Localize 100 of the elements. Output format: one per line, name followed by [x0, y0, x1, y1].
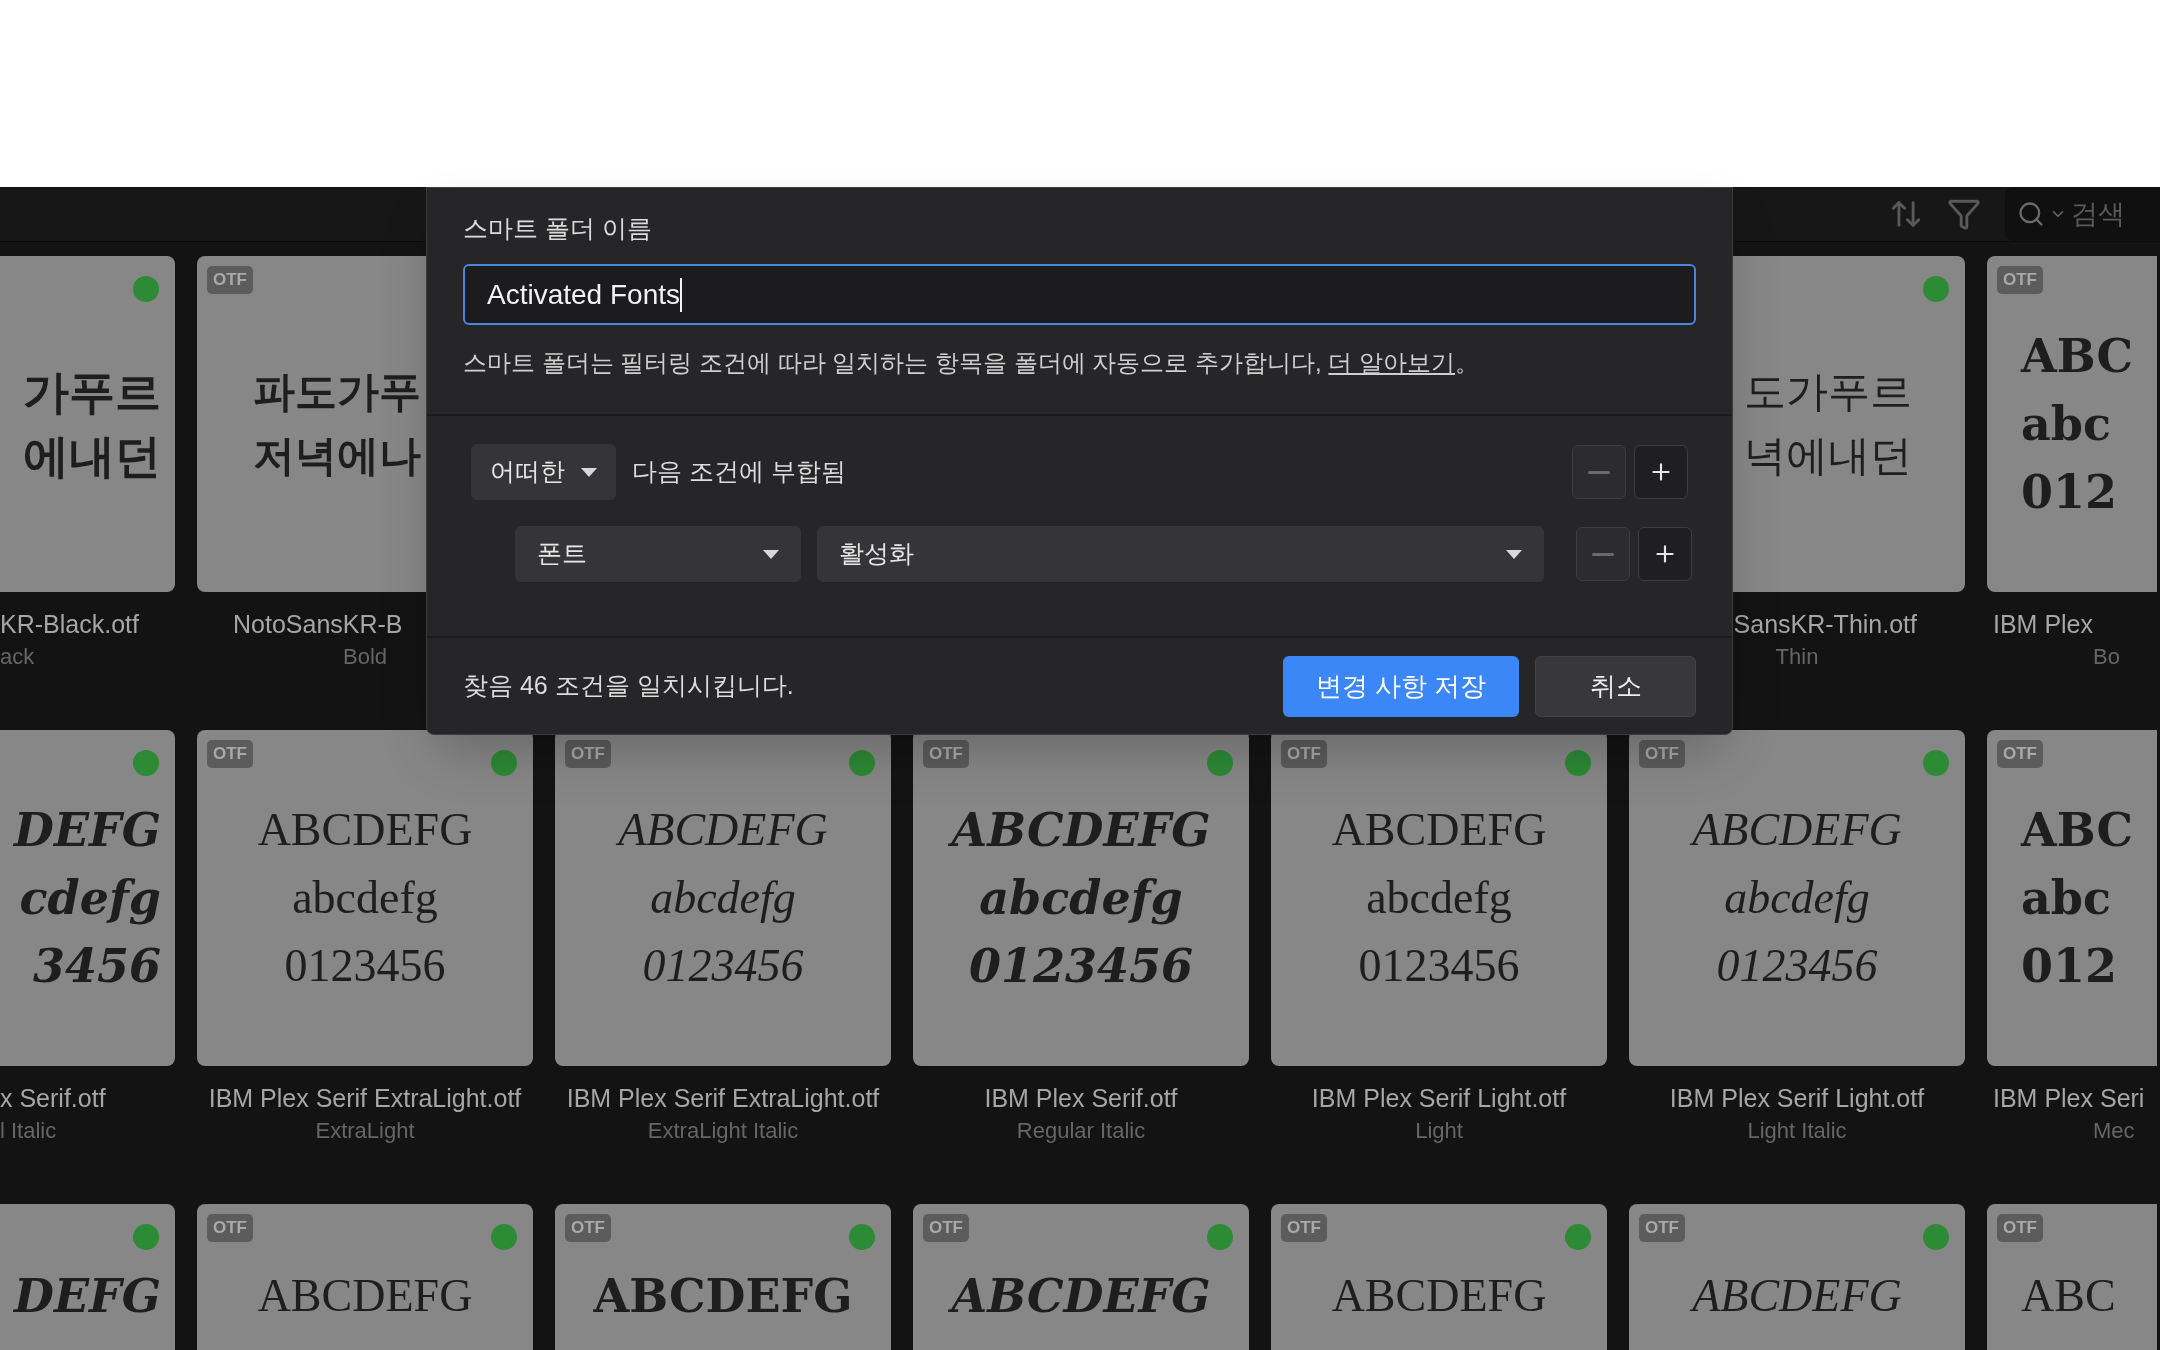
preview-text: abcdefg — [650, 871, 796, 925]
format-badge: OTF — [565, 1214, 611, 1242]
preview-text: abcdefg — [1366, 871, 1512, 925]
format-badge: OTF — [1639, 1214, 1685, 1242]
preview-text: ABC — [2021, 328, 2134, 385]
font-card[interactable]: OTF ABC — [1987, 1204, 2157, 1350]
preview-text: abc — [2021, 870, 2111, 927]
font-file-name: SansKR-Thin.otf — [1733, 609, 1917, 640]
font-card[interactable]: OTF ABC abc 012 — [1987, 256, 2157, 592]
preview-text: cdefg — [19, 870, 161, 927]
font-card[interactable]: OTF ABCDEFG abcdefg 0123456 — [197, 730, 533, 1066]
font-card[interactable]: DEFG — [0, 1204, 175, 1350]
font-card[interactable]: 가푸르 에내던 — [0, 256, 175, 592]
format-badge: OTF — [1281, 1214, 1327, 1242]
preview-text: 에내던 — [23, 428, 161, 485]
preview-text: 0123456 — [284, 939, 446, 993]
search-icon — [2017, 200, 2045, 228]
font-style-label: Bold — [342, 643, 387, 671]
format-badge: OTF — [1997, 1214, 2043, 1242]
font-style-label: ExtraLight — [315, 1117, 415, 1145]
preview-text: ABCDEFG — [593, 1268, 853, 1325]
match-dropdown[interactable]: 어떠한 — [471, 444, 616, 500]
preview-text: abcdefg — [1724, 871, 1870, 925]
preview-text: ABCDEFG — [257, 803, 473, 857]
text-cursor — [680, 277, 682, 312]
folder-name-label: 스마트 폴더 이름 — [463, 213, 653, 244]
font-card[interactable]: OTF ABCDEFG — [1629, 1204, 1965, 1350]
preview-text: 012 — [2021, 464, 2118, 521]
font-file-name: IBM Plex Serif ExtraLight.otf — [566, 1083, 880, 1114]
format-badge: OTF — [1281, 740, 1327, 768]
font-style-label: Light — [1415, 1117, 1463, 1145]
format-badge: OTF — [1997, 266, 2043, 294]
add-button[interactable] — [1634, 445, 1688, 499]
match-count-text: 찾음 46 조건을 일치시킵니다. — [463, 670, 794, 702]
save-button[interactable]: 변경 사항 저장 — [1283, 655, 1519, 717]
value-dropdown[interactable]: 활성화 — [817, 526, 1544, 582]
font-card[interactable]: OTF ABCDEFG — [197, 1204, 533, 1350]
preview-text: abc — [2021, 396, 2111, 453]
preview-text: ABCDEFG — [257, 1269, 473, 1323]
format-badge: OTF — [565, 740, 611, 768]
format-badge: OTF — [1997, 740, 2043, 768]
font-card[interactable]: OTF ABCDEFG — [555, 1204, 891, 1350]
preview-text: DEFG — [14, 802, 161, 859]
format-badge: OTF — [207, 1214, 253, 1242]
caret-icon — [763, 549, 779, 559]
folder-name-field[interactable]: Activated Fonts — [463, 264, 1696, 325]
font-style-label: Regular Italic — [1016, 1117, 1146, 1145]
font-card[interactable]: DEFG cdefg 3456 — [0, 730, 175, 1066]
font-card[interactable]: OTF ABCDEFG — [913, 1204, 1249, 1350]
font-card[interactable]: OTF ABC abc 012 — [1987, 730, 2157, 1066]
font-style-label: Bo — [2092, 643, 2120, 671]
add-button[interactable] — [1638, 527, 1692, 581]
font-style-label: ExtraLight Italic — [647, 1117, 799, 1145]
preview-text: 012 — [2021, 938, 2118, 995]
font-file-name: IBM Plex — [1993, 609, 2094, 640]
preview-text: DEFG — [14, 1268, 161, 1325]
font-file-name: IBM Plex Serif.otf — [984, 1083, 1178, 1114]
font-style-label: ack — [0, 643, 35, 671]
preview-text: 0123456 — [1716, 939, 1878, 993]
preview-text: 0123456 — [968, 938, 1194, 995]
learn-more-link[interactable]: 더 알아보기 — [1328, 349, 1456, 376]
format-badge: OTF — [207, 740, 253, 768]
preview-text: 파도가푸 — [253, 366, 421, 418]
field-dropdown[interactable]: 폰트 — [515, 526, 801, 582]
preview-text: 0123456 — [642, 939, 804, 993]
preview-text: ABC — [2021, 1269, 2116, 1323]
font-file-name: x Serif.otf — [0, 1083, 106, 1114]
preview-text: 가푸르 — [23, 364, 161, 421]
format-badge: OTF — [1639, 740, 1685, 768]
font-file-name: IBM Plex Serif ExtraLight.otf — [208, 1083, 522, 1114]
format-badge: OTF — [923, 740, 969, 768]
font-card[interactable]: OTF ABCDEFG abcdefg 0123456 — [1629, 730, 1965, 1066]
preview-text: 3456 — [32, 938, 161, 995]
preview-text: ABC — [2021, 802, 2134, 859]
font-file-name: IBM Plex Serif Light.otf — [1311, 1083, 1567, 1114]
minus-icon — [1588, 470, 1610, 474]
format-badge: OTF — [207, 266, 253, 294]
match-text: 다음 조건에 부합됨 — [632, 456, 846, 488]
font-file-name: IBM Plex Serif Light.otf — [1669, 1083, 1925, 1114]
font-file-name: IBM Plex Seri — [1993, 1083, 2145, 1114]
filter-icon[interactable] — [1947, 197, 1981, 231]
preview-text: ABCDEFG — [1331, 1269, 1547, 1323]
font-file-name: NotoSansKR-B — [233, 609, 403, 640]
caret-icon — [581, 467, 597, 477]
preview-text: 도가푸르 — [1744, 366, 1912, 418]
font-file-name: KR-Black.otf — [0, 609, 139, 640]
preview-text: ABCDEFG — [1331, 803, 1547, 857]
font-card[interactable]: OTF ABCDEFG — [1271, 1204, 1607, 1350]
font-style-label: Mec — [2092, 1117, 2135, 1145]
cancel-button[interactable]: 취소 — [1535, 655, 1696, 717]
format-badge: OTF — [923, 1214, 969, 1242]
preview-text: abcdefg — [292, 871, 438, 925]
minus-icon — [1592, 552, 1614, 556]
preview-text: 녁에내던 — [1744, 430, 1912, 482]
preview-text: 0123456 — [1358, 939, 1520, 993]
preview-text: abcdefg — [979, 870, 1183, 927]
caret-icon — [1506, 549, 1522, 559]
font-style-label: Thin — [1775, 643, 1819, 671]
search-field[interactable]: 검색 — [2005, 187, 2160, 241]
preview-text: 저녁에나 — [253, 430, 421, 482]
